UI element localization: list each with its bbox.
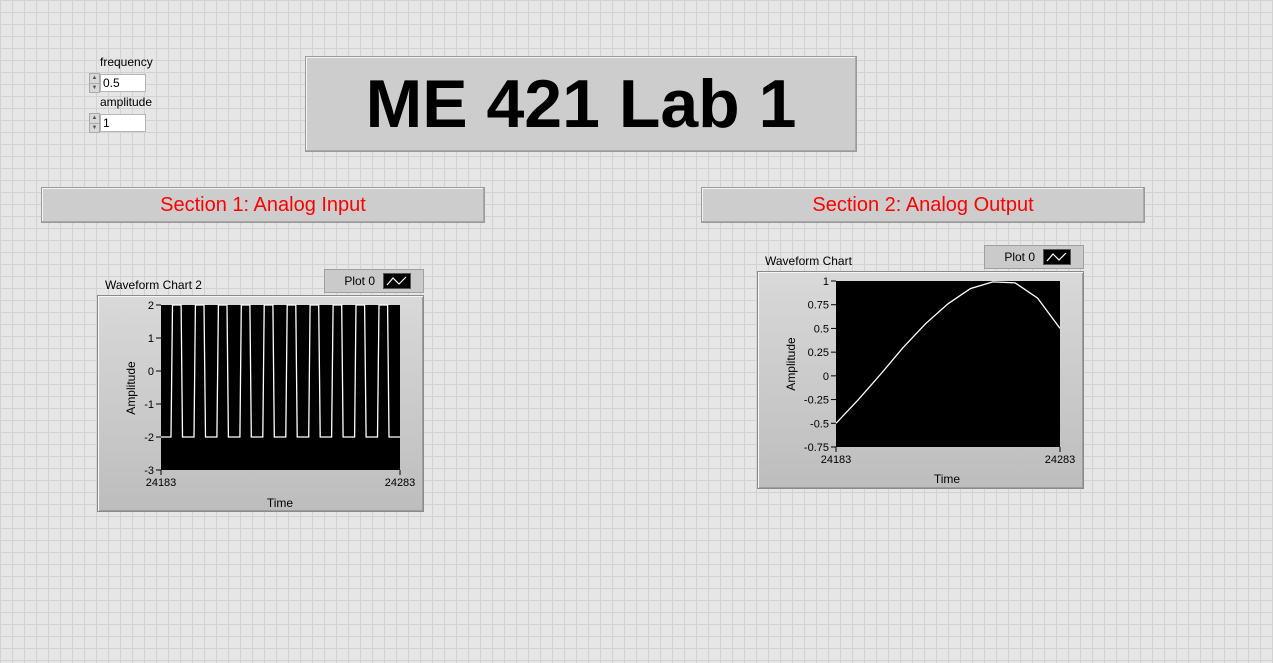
y-tick-label: 0.75 (808, 300, 829, 312)
x-tick-label: 24183 (146, 477, 177, 489)
frequency-control: ▲ ▼ 0.5 (89, 73, 146, 93)
page-title: ME 421 Lab 1 (305, 56, 857, 152)
legend-label: Plot 0 (344, 274, 375, 288)
frequency-label: frequency (100, 55, 153, 69)
legend-label: Plot 0 (1004, 250, 1035, 264)
section-2-header: Section 2: Analog Output (701, 187, 1145, 223)
y-tick-label: 0.5 (814, 323, 829, 335)
chart-2-xlabel: Time (934, 472, 961, 486)
plot-swatch-icon[interactable] (1043, 249, 1071, 265)
chart-1-label: Waveform Chart 2 (105, 278, 202, 292)
chart-1-ylabel: Amplitude (124, 361, 138, 415)
amplitude-field[interactable]: 1 (100, 114, 146, 132)
y-tick-label: -0.25 (804, 395, 829, 407)
y-tick-label: -2 (144, 432, 154, 444)
y-tick-label: -0.5 (810, 418, 829, 430)
chart-1-xlabel: Time (267, 496, 294, 510)
section-1-header: Section 1: Analog Input (41, 187, 485, 223)
amplitude-control: ▲ ▼ 1 (89, 113, 146, 133)
chart-2-plot-area (836, 281, 1060, 447)
amplitude-spinner[interactable]: ▲ ▼ (89, 113, 100, 133)
frequency-field[interactable]: 0.5 (100, 74, 146, 92)
amplitude-label: amplitude (100, 95, 153, 109)
y-tick-label: -0.75 (804, 442, 829, 454)
chart-1-plot-area (161, 305, 400, 470)
y-tick-label: 0 (823, 371, 829, 383)
decrement-icon[interactable]: ▼ (90, 122, 99, 133)
x-tick-label: 24183 (821, 454, 852, 466)
y-tick-label: 1 (823, 276, 829, 288)
chart-2-plot: 1 0.75 0.5 0.25 0 -0.25 -0.5 -0.75 24183 24283 A… (784, 276, 1076, 486)
x-tick-label: 24283 (1045, 454, 1076, 466)
chart-2-ylabel: Amplitude (784, 337, 798, 391)
increment-icon[interactable]: ▲ (90, 114, 99, 123)
chart-2-legend[interactable]: Plot 0 (984, 245, 1084, 269)
y-tick-label: 0.25 (808, 347, 829, 359)
plot-swatch-icon[interactable] (383, 273, 411, 289)
chart-1-legend[interactable]: Plot 0 (324, 269, 424, 293)
y-tick-label: -1 (144, 399, 154, 411)
y-tick-label: 0 (148, 366, 154, 378)
chart-2-label: Waveform Chart (765, 254, 852, 268)
decrement-icon[interactable]: ▼ (90, 82, 99, 93)
increment-icon[interactable]: ▲ (90, 74, 99, 83)
frequency-spinner[interactable]: ▲ ▼ (89, 73, 100, 93)
chart-1-plot: 2 1 0 -1 -2 -3 24183 24283 Amplitude Time (124, 300, 416, 510)
x-tick-label: 24283 (385, 477, 416, 489)
y-tick-label: 2 (148, 300, 154, 312)
y-tick-label: 1 (148, 333, 154, 345)
y-tick-label: -3 (144, 465, 154, 477)
